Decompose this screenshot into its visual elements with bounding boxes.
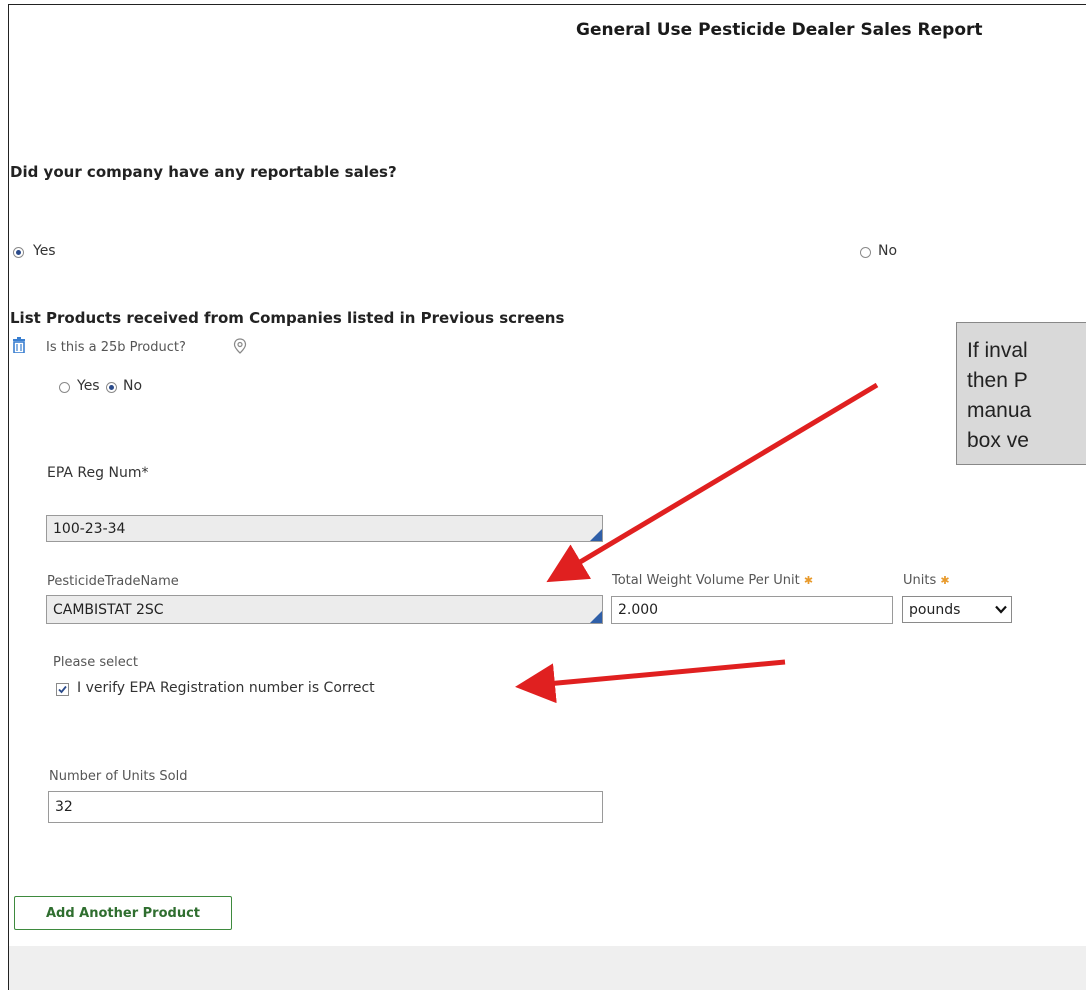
annotation-arrows bbox=[515, 382, 879, 704]
arrow-to-verify-checkbox bbox=[515, 659, 786, 704]
arrow-to-trade-name bbox=[546, 382, 879, 583]
page: General Use Pesticide Dealer Sales Repor… bbox=[0, 0, 1086, 990]
callout-line-3: manua bbox=[967, 399, 1032, 422]
callout-line-1: If inval bbox=[967, 339, 1028, 362]
annotation-callout: If inval then P manua box ve bbox=[956, 322, 1086, 465]
callout-line-4: box ve bbox=[967, 429, 1029, 452]
callout-line-2: then P bbox=[967, 369, 1028, 392]
